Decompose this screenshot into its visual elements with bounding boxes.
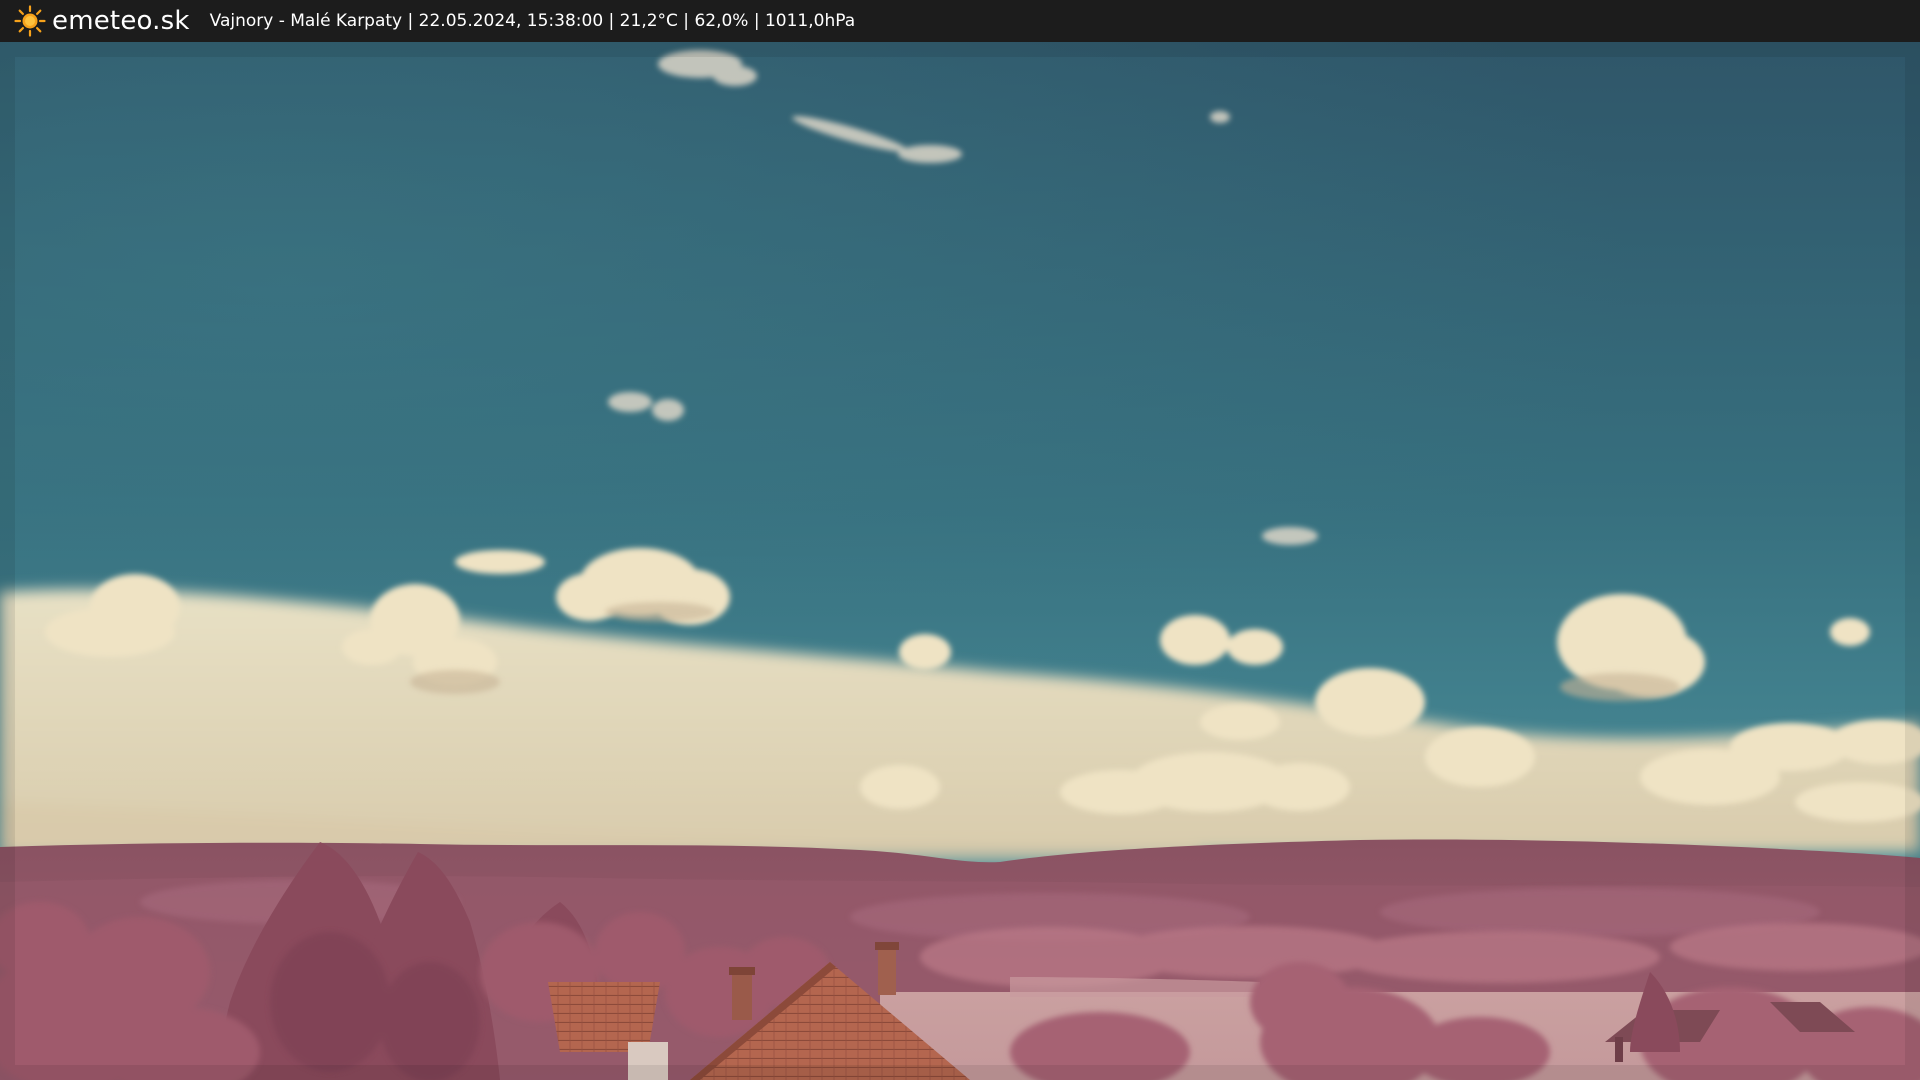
webcam-image — [0, 42, 1920, 1080]
caption-bar: emeteo.sk Vajnory - Malé Karpaty | 22.05… — [0, 0, 1920, 42]
brand: emeteo.sk — [14, 0, 190, 42]
station-caption: Vajnory - Malé Karpaty | 22.05.2024, 15:… — [209, 11, 856, 31]
sun-icon — [14, 5, 46, 37]
webcam-view: emeteo.sk Vajnory - Malé Karpaty | 22.05… — [0, 0, 1920, 1080]
site-name: emeteo.sk — [52, 6, 190, 36]
